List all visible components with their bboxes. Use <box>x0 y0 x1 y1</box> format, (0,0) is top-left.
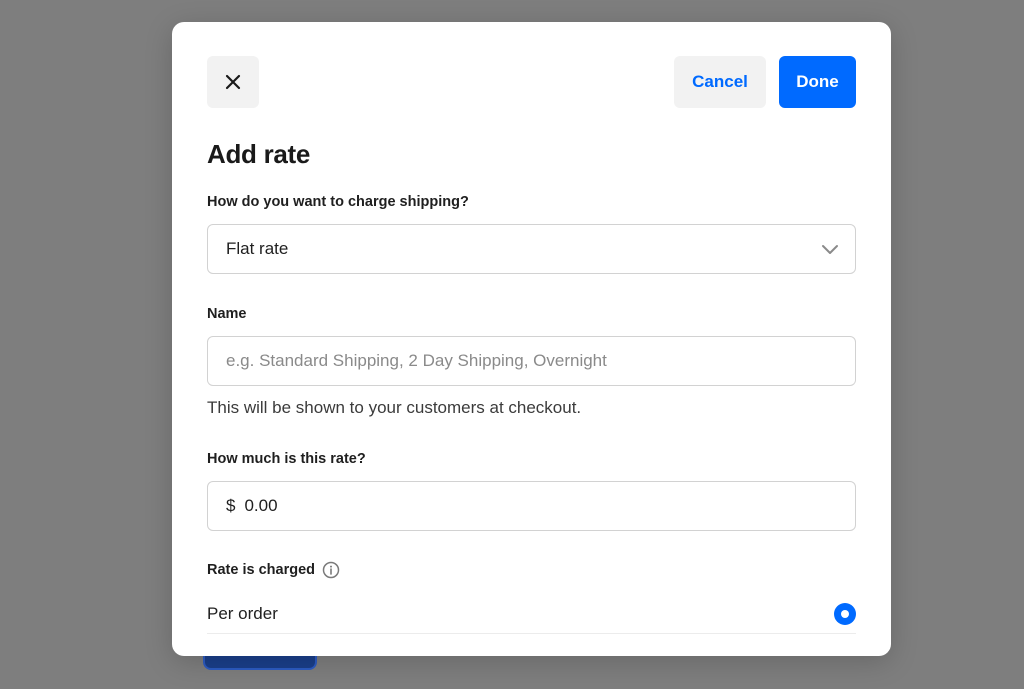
chevron-down-icon <box>822 245 838 254</box>
name-input[interactable]: e.g. Standard Shipping, 2 Day Shipping, … <box>207 336 856 386</box>
rate-charged-label: Rate is charged <box>207 562 315 578</box>
name-input-placeholder: e.g. Standard Shipping, 2 Day Shipping, … <box>226 351 607 370</box>
rate-charged-header: Rate is charged <box>207 561 856 579</box>
modal-content: Cancel Done Add rate How do you want to … <box>207 56 856 634</box>
name-helper-text: This will be shown to your customers at … <box>207 398 582 417</box>
currency-symbol: $ <box>226 496 236 515</box>
rate-amount-input[interactable]: $ 0.00 <box>207 481 856 531</box>
rate-amount-value: 0.00 <box>244 496 278 515</box>
close-icon <box>225 74 241 90</box>
header-actions: Cancel Done <box>674 56 856 108</box>
radio-option-label: Per order <box>207 604 278 623</box>
info-icon[interactable] <box>322 561 340 579</box>
modal-header: Cancel Done <box>207 56 856 108</box>
name-label: Name <box>207 306 247 322</box>
close-button[interactable] <box>207 56 259 108</box>
charge-method-select[interactable]: Flat rate <box>207 224 856 274</box>
charge-method-value: Flat rate <box>226 239 289 258</box>
add-rate-modal: Cancel Done Add rate How do you want to … <box>172 22 891 656</box>
radio-selected-indicator[interactable] <box>834 603 856 625</box>
done-button[interactable]: Done <box>779 56 856 108</box>
radio-option-per-order[interactable]: Per order <box>207 595 856 634</box>
charge-method-label: How do you want to charge shipping? <box>207 194 469 210</box>
cancel-button[interactable]: Cancel <box>674 56 766 108</box>
modal-title: Add rate <box>207 139 311 169</box>
rate-amount-label: How much is this rate? <box>207 451 366 467</box>
